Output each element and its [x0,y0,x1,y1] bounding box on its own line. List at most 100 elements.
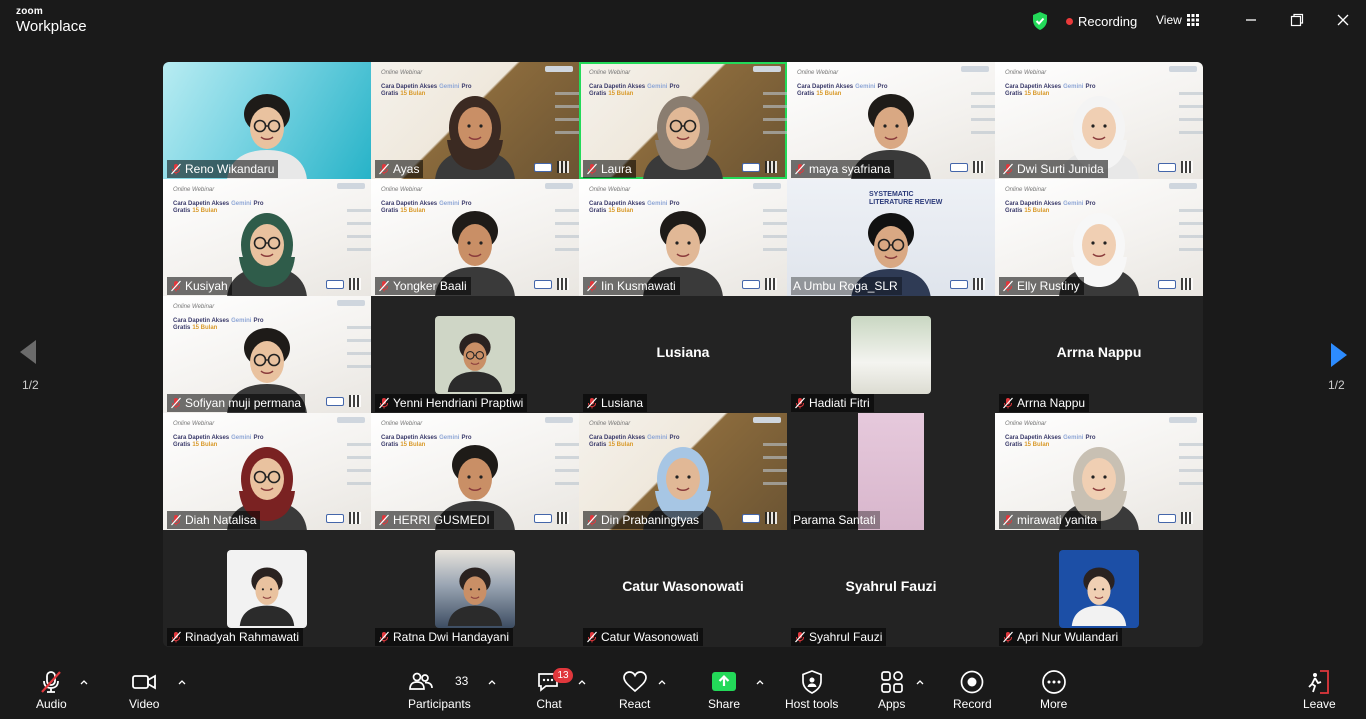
grid-view-icon [1186,14,1199,26]
participant-tile[interactable]: Online Webinar Cara Dapetin Akses Gemini Pr… [579,413,787,530]
participant-tile[interactable]: SYSTEMATIC LITERATURE REVIEW A Umbu Roga_S… [787,179,995,296]
participant-tile[interactable]: Lusiana Lusiana [579,296,787,413]
audio-options-caret-icon[interactable] [79,677,89,687]
slide-line-3a: Gratis [381,90,399,97]
participant-tile[interactable]: Syahrul Fauzi Syahrul Fauzi [787,530,995,647]
qr-code-icon [765,512,777,524]
slide-line-1: Online Webinar [589,187,631,193]
participant-tile[interactable]: Online Webinar Cara Dapetin Akses Gemini Pr… [163,179,371,296]
participant-tile[interactable]: Online Webinar Cara Dapetin Akses Gemini Pr… [371,413,579,530]
slide-line-3b: 15 Bulan [192,441,218,448]
react-button[interactable]: React [619,669,650,711]
video-camera-icon [132,674,157,690]
audio-button[interactable]: Audio [36,669,67,711]
previous-page-icon[interactable] [18,338,38,366]
participant-tile[interactable]: Rinadyah Rahmawati [163,530,371,647]
participant-tile[interactable]: Online Webinar Cara Dapetin Akses Gemini Pr… [579,62,787,179]
host-tools-button[interactable]: Host tools [785,669,838,711]
slide-line-3b: 15 Bulan [1024,90,1050,97]
participant-tile[interactable]: Apri Nur Wulandari [995,530,1203,647]
participant-tile[interactable]: Arrna Nappu Arrna Nappu [995,296,1203,413]
participant-name-label: Iin Kusmawati [583,277,680,295]
participant-tile[interactable]: Ratna Dwi Handayani [371,530,579,647]
participant-tile[interactable]: Yenni Hendriani Praptiwi [371,296,579,413]
slide-badge [326,280,344,289]
video-button[interactable]: Video [129,669,159,711]
participant-name: mirawati yanita [1017,513,1098,527]
slide-decoration [555,199,579,259]
mic-muted-icon [587,280,597,292]
apps-button[interactable]: Apps [878,669,905,711]
qr-code-icon [765,161,777,173]
participant-tile[interactable]: Hadiati Fitri [787,296,995,413]
participant-name-label: Apri Nur Wulandari [999,628,1123,646]
minimize-icon[interactable] [1243,12,1259,28]
record-button[interactable]: Record [953,669,992,711]
slide-line-3a: Gratis [173,207,191,214]
organizer-logo [1169,66,1197,72]
recording-indicator[interactable]: Recording [1066,14,1137,29]
share-button[interactable]: Share [708,669,740,711]
participant-video-icon [1071,567,1127,626]
slr-line-1: SYSTEMATIC [869,191,914,198]
participant-tile[interactable]: Online Webinar Cara Dapetin Akses Gemini Pr… [163,296,371,413]
slide-line-3a: Gratis [381,441,399,448]
leave-button[interactable]: Leave [1303,669,1336,711]
slide-decoration [555,433,579,493]
slide-badge [534,280,552,289]
participant-name: Lusiana [601,396,644,410]
participant-name: Dwi Surti Junida [1017,162,1104,176]
video-options-caret-icon[interactable] [177,677,187,687]
heart-icon [622,671,647,693]
participant-name: maya syafriana [809,162,891,176]
participant-name: Rinadyah Rahmawati [185,630,300,644]
chat-caret-icon[interactable] [577,677,587,687]
restore-icon[interactable] [1289,12,1305,28]
qr-code-icon [973,161,985,173]
slide-badge [1158,280,1176,289]
page-indicator-right: 1/2 [1328,378,1345,392]
participant-tile[interactable]: Online Webinar Cara Dapetin Akses Gemini Pr… [995,62,1203,179]
organizer-logo [545,183,573,189]
participant-name-label: Ratna Dwi Handayani [375,628,514,646]
participant-tile[interactable]: Parama Santati [787,413,995,530]
close-icon[interactable] [1335,12,1351,28]
participant-tile[interactable]: Online Webinar Cara Dapetin Akses Gemini Pr… [787,62,995,179]
slide-badge [534,514,552,523]
participant-tile[interactable]: Online Webinar Cara Dapetin Akses Gemini Pr… [995,179,1203,296]
participant-name-label: Reno Wikandaru [167,160,279,178]
mic-muted-icon [587,397,597,409]
apps-caret-icon[interactable] [915,677,925,687]
next-page-icon[interactable] [1329,341,1349,369]
participant-tile[interactable]: Online Webinar Cara Dapetin Akses Gemini Pr… [371,179,579,296]
logo-bottom: Workplace [16,18,87,35]
participant-tile[interactable]: Online Webinar Cara Dapetin Akses Gemini Pr… [371,62,579,179]
encryption-shield-icon[interactable] [1031,11,1049,31]
participant-name: Ayas [393,162,420,176]
slide-line-3a: Gratis [589,90,607,97]
qr-code-icon [765,278,777,290]
participant-name-label: Yongker Baali [375,277,471,295]
slide-line-1: Online Webinar [173,421,215,427]
participant-tile[interactable]: Reno Wikandaru [163,62,371,179]
share-caret-icon[interactable] [755,677,765,687]
participant-tile[interactable]: Online Webinar Cara Dapetin Akses Gemini Pr… [579,179,787,296]
participants-caret-icon[interactable] [487,677,497,687]
participant-tile[interactable]: Online Webinar Cara Dapetin Akses Gemini Pr… [995,413,1203,530]
react-label: React [619,697,651,711]
participant-tile[interactable]: Online Webinar Cara Dapetin Akses Gemini Pr… [163,413,371,530]
mic-muted-icon [379,631,389,643]
qr-code-icon [557,512,569,524]
slide-decoration [1179,82,1203,142]
organizer-logo [337,183,365,189]
participant-name: Parama Santati [793,513,876,527]
slide-decoration [763,433,787,493]
more-button[interactable]: More [1040,669,1067,711]
view-button[interactable]: View [1156,13,1199,27]
react-caret-icon[interactable] [657,677,667,687]
slide-line-1: Online Webinar [381,421,423,427]
participant-video-icon [227,213,307,296]
slide-line-1: Online Webinar [173,304,215,310]
participant-tile[interactable]: Catur Wasonowati Catur Wasonowati [579,530,787,647]
apps-icon [880,671,903,693]
